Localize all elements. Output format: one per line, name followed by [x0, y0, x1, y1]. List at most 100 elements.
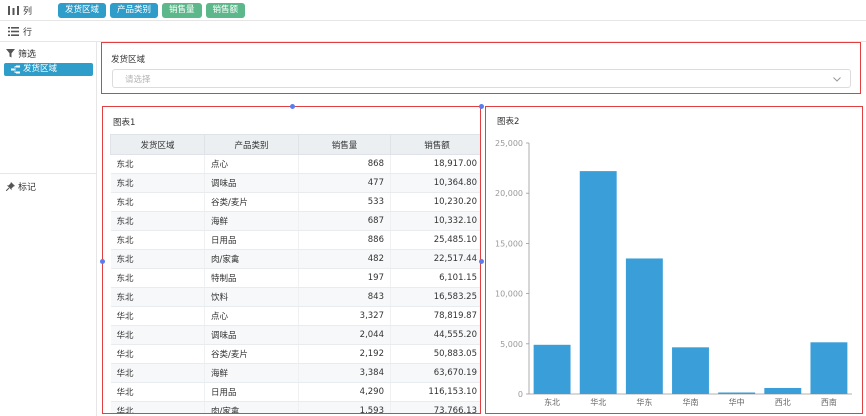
table-cell: 点心: [204, 306, 299, 326]
resize-handle-top[interactable]: [290, 104, 295, 109]
data-table: 发货区域 产品类别 销售量 销售额 东北 点心 868 18,917.00 东北 调味品 477 1…: [110, 134, 480, 413]
y-tick-label: 20,000: [495, 189, 523, 198]
table-cell: 868: [298, 154, 391, 174]
rows-shelf: 行: [0, 21, 866, 42]
x-tick-label: 华南: [683, 397, 699, 407]
table-row: 东北 肉/家禽 482 22,517.44: [110, 249, 480, 269]
table-cell: 6,101.15: [390, 268, 480, 288]
table-row: 华北 谷类/麦片 2,192 50,883.05: [110, 344, 480, 364]
table-cell: 调味品: [204, 325, 299, 345]
table-cell: 22,517.44: [390, 249, 480, 269]
table-row: 东北 日用品 886 25,485.10: [110, 230, 480, 250]
table-cell: 调味品: [204, 173, 299, 193]
table-cell: 东北: [110, 211, 205, 231]
columns-icon: [8, 5, 19, 15]
table-cell: 日用品: [204, 382, 299, 402]
table-row: 华北 海鲜 3,384 63,670.19: [110, 363, 480, 383]
columns-shelf: 列 发货区域 产品类别 销售量 销售额: [0, 0, 866, 21]
bar[interactable]: [764, 387, 802, 394]
table-cell: 华北: [110, 401, 205, 413]
table-row: 东北 调味品 477 10,364.80: [110, 173, 480, 193]
bar[interactable]: [718, 392, 756, 394]
table-cell: 东北: [110, 192, 205, 212]
table-cell: 78,819.87: [390, 306, 480, 326]
table-cell: 东北: [110, 287, 205, 307]
table-cell: 843: [298, 287, 391, 307]
table-cell: 10,332.10: [390, 211, 480, 231]
table-cell: 谷类/麦片: [204, 344, 299, 364]
table-cell: 63,670.19: [390, 363, 480, 383]
table-header-cell[interactable]: 销售额: [390, 134, 480, 155]
filter-widget[interactable]: 发货区域 请选择: [101, 42, 861, 94]
table-cell: 477: [298, 173, 391, 193]
table-cell: 华北: [110, 382, 205, 402]
bar[interactable]: [672, 347, 709, 394]
table-row: 东北 特制品 197 6,101.15: [110, 268, 480, 288]
table-cell: 1,593: [298, 401, 391, 413]
table-cell: 2,044: [298, 325, 391, 345]
hierarchy-icon: [11, 65, 20, 74]
table-cell: 谷类/麦片: [204, 192, 299, 212]
table-cell: 25,485.10: [390, 230, 480, 250]
table-row: 东北 谷类/麦片 533 10,230.20: [110, 192, 480, 212]
table-header-cell[interactable]: 发货区域: [110, 134, 205, 155]
table-cell: 687: [298, 211, 391, 231]
table-cell: 肉/家禽: [204, 249, 299, 269]
x-tick-label: 华东: [636, 397, 652, 407]
region-select-placeholder: 请选择: [125, 74, 151, 85]
table-cell: 533: [298, 192, 391, 212]
table-row: 华北 点心 3,327 78,819.87: [110, 306, 480, 326]
table-cell: 华北: [110, 363, 205, 383]
table-cell: 东北: [110, 173, 205, 193]
chart-widget[interactable]: 图表2 0 5,000 10,000 15,000 20,000 25,000 东北 华北 华东…: [485, 106, 863, 414]
bar[interactable]: [579, 171, 617, 394]
filter-chip-label: 发货区域: [23, 64, 58, 74]
table-row: 华北 调味品 2,044 44,555.20: [110, 325, 480, 345]
x-tick-label: 西北: [775, 398, 791, 407]
rows-label-text: 行: [23, 27, 33, 38]
table-cell: 197: [298, 268, 391, 288]
table-cell: 特制品: [204, 268, 299, 288]
table-cell: 16,583.25: [390, 287, 480, 307]
table-cell: 10,364.80: [390, 173, 480, 193]
bar[interactable]: [810, 342, 848, 394]
rows-icon: [8, 26, 19, 36]
column-pill[interactable]: 发货区域: [58, 2, 107, 18]
column-pill[interactable]: 销售额: [205, 2, 246, 18]
table-cell: 日用品: [204, 230, 299, 250]
columns-shelf-label: 列: [0, 4, 58, 17]
table-row: 东北 饮料 843 16,583.25: [110, 287, 480, 307]
region-select[interactable]: 请选择: [112, 69, 851, 88]
bar-chart: 图表2 0 5,000 10,000 15,000 20,000 25,000 东北 华北 华东…: [495, 116, 852, 407]
chevron-down-icon: [833, 77, 841, 82]
table-header-cell[interactable]: 产品类别: [204, 134, 299, 155]
table-cell: 点心: [204, 154, 299, 174]
x-tick-label: 华北: [590, 397, 606, 407]
table-cell: 886: [298, 230, 391, 250]
rows-shelf-label: 行: [0, 25, 58, 38]
bar[interactable]: [625, 258, 663, 394]
table-widget[interactable]: 图表1 发货区域 产品类别 销售量 销售额 东北 点心 868 18,917.00 东北 调味品…: [102, 106, 481, 414]
table-header-cell[interactable]: 销售量: [298, 134, 391, 155]
column-pill[interactable]: 产品类别: [110, 2, 159, 18]
table-cell: 18,917.00: [390, 154, 480, 174]
columns-label-text: 列: [23, 6, 33, 17]
sidebar-divider: [0, 173, 97, 174]
filter-chip-shipping-region[interactable]: 发货区域: [4, 63, 93, 76]
table-cell: 东北: [110, 249, 205, 269]
filter-title-text: 筛选: [18, 50, 37, 60]
table-cell: 华北: [110, 344, 205, 364]
resize-handle-right[interactable]: [479, 259, 484, 264]
y-tick-label: 0: [518, 390, 523, 399]
resize-handle-left[interactable]: [100, 259, 105, 264]
table-cell: 肉/家禽: [204, 401, 299, 413]
table-row: 华北 肉/家禽 1,593 73,766.13: [110, 401, 480, 413]
bar[interactable]: [533, 344, 571, 394]
column-pill[interactable]: 销售量: [162, 2, 202, 18]
table-row: 东北 点心 868 18,917.00: [110, 154, 480, 174]
table-cell: 73,766.13: [390, 401, 480, 413]
resize-handle-top-right[interactable]: [479, 104, 484, 109]
y-tick-label: 15,000: [495, 239, 523, 248]
table-cell: 3,327: [298, 306, 391, 326]
y-tick-label: 5,000: [500, 340, 523, 349]
